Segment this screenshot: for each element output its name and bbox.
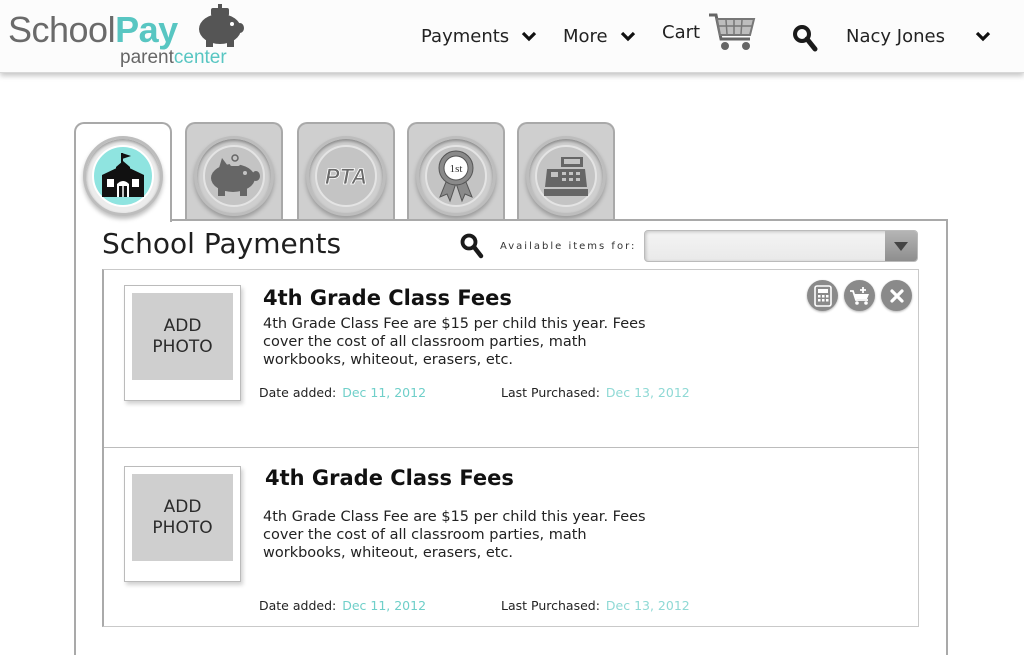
shopping-cart-icon [709, 13, 756, 50]
payment-items-list: ADD PHOTO 4th Grade Class Fees 4th Grade… [102, 269, 919, 627]
tab-pta[interactable]: PTA [297, 122, 395, 222]
nav-payments-label: Payments [421, 25, 510, 47]
last-purchased-label: Last Purchased: [501, 598, 600, 613]
user-name: Nacy Jones [846, 25, 945, 47]
chevron-down-icon [975, 31, 991, 42]
logo-subtitle: parentcenter [120, 47, 227, 68]
tab-awards[interactable]: 1st [407, 122, 505, 222]
tab-badge [526, 136, 606, 216]
tab-savings[interactable] [185, 122, 283, 222]
add-photo-button[interactable]: ADD PHOTO [124, 466, 241, 582]
dropdown-arrow-icon[interactable] [885, 231, 917, 261]
date-added: Date added: Dec 11, 2012 [259, 385, 426, 400]
cash-register-icon [544, 157, 588, 196]
ribbon-award-icon: 1st [438, 150, 474, 203]
nav-cart-label: Cart [662, 21, 701, 43]
add-photo-button[interactable]: ADD PHOTO [124, 285, 241, 401]
add-to-cart-icon [849, 286, 869, 305]
svg-text:1st: 1st [450, 163, 463, 175]
svg-text:PTA: PTA [325, 164, 367, 189]
nav-more-menu[interactable]: More [563, 22, 636, 50]
item-description: 4th Grade Class Fee are $15 per child th… [263, 316, 646, 368]
school-payments-panel: School Payments Available items for: ADD… [74, 219, 948, 655]
nav-more-label: More [563, 25, 608, 47]
tab-badge: 1st [416, 136, 496, 216]
date-added-label: Date added: [259, 385, 337, 400]
search-icon[interactable] [460, 233, 484, 259]
nav-cart-link[interactable]: Cart [662, 13, 756, 50]
close-icon [889, 288, 904, 303]
add-photo-label-line2: PHOTO [152, 517, 213, 538]
last-purchased: Last Purchased: Dec 13, 2012 [501, 598, 690, 613]
add-to-cart-button[interactable] [844, 280, 875, 311]
date-added-value: Dec 11, 2012 [342, 385, 427, 400]
user-account-menu[interactable]: Nacy Jones [846, 22, 991, 50]
school-house-icon [102, 153, 144, 197]
item-description: 4th Grade Class Fee are $15 per child th… [263, 509, 646, 561]
tab-school[interactable] [74, 122, 172, 222]
item-title: 4th Grade Class Fees [265, 466, 514, 490]
available-items-select[interactable] [644, 230, 918, 262]
schoolpay-logo[interactable]: SchoolPay parentcenter [8, 4, 258, 70]
calculator-button[interactable] [807, 280, 838, 311]
date-added: Date added: Dec 11, 2012 [259, 598, 426, 613]
last-purchased-label: Last Purchased: [501, 385, 600, 400]
tab-register[interactable] [517, 122, 615, 222]
pta-icon: PTA [324, 164, 367, 190]
tab-badge [194, 136, 274, 216]
list-item: ADD PHOTO 4th Grade Class Fees 4th Grade… [104, 270, 919, 448]
logo-wordmark: SchoolPay [8, 9, 178, 50]
nav-payments-menu[interactable]: Payments [421, 22, 537, 50]
piggy-bank-icon [211, 154, 260, 196]
last-purchased-value: Dec 13, 2012 [605, 385, 690, 400]
available-items-label: Available items for: [500, 241, 637, 252]
add-photo-label-line1: ADD [163, 315, 202, 336]
date-added-label: Date added: [259, 598, 337, 613]
add-photo-label-line2: PHOTO [152, 336, 213, 357]
add-photo-label-line1: ADD [163, 496, 202, 517]
tab-badge [83, 136, 163, 216]
chevron-down-icon [620, 31, 635, 42]
top-header: SchoolPay parentcenter Payments More Car… [0, 0, 1024, 73]
chevron-down-icon [522, 31, 537, 42]
last-purchased-value: Dec 13, 2012 [605, 598, 690, 613]
piggy-bank-logo-icon [199, 4, 244, 47]
remove-item-button[interactable] [881, 280, 912, 311]
item-actions [807, 280, 912, 311]
item-title: 4th Grade Class Fees [263, 286, 512, 310]
page-title: School Payments [102, 227, 342, 260]
list-item: ADD PHOTO 4th Grade Class Fees 4th Grade… [104, 448, 919, 626]
calculator-icon [813, 284, 832, 307]
last-purchased: Last Purchased: Dec 13, 2012 [501, 385, 690, 400]
tab-badge: PTA [306, 136, 386, 216]
date-added-value: Dec 11, 2012 [342, 598, 427, 613]
search-icon[interactable] [792, 24, 818, 52]
